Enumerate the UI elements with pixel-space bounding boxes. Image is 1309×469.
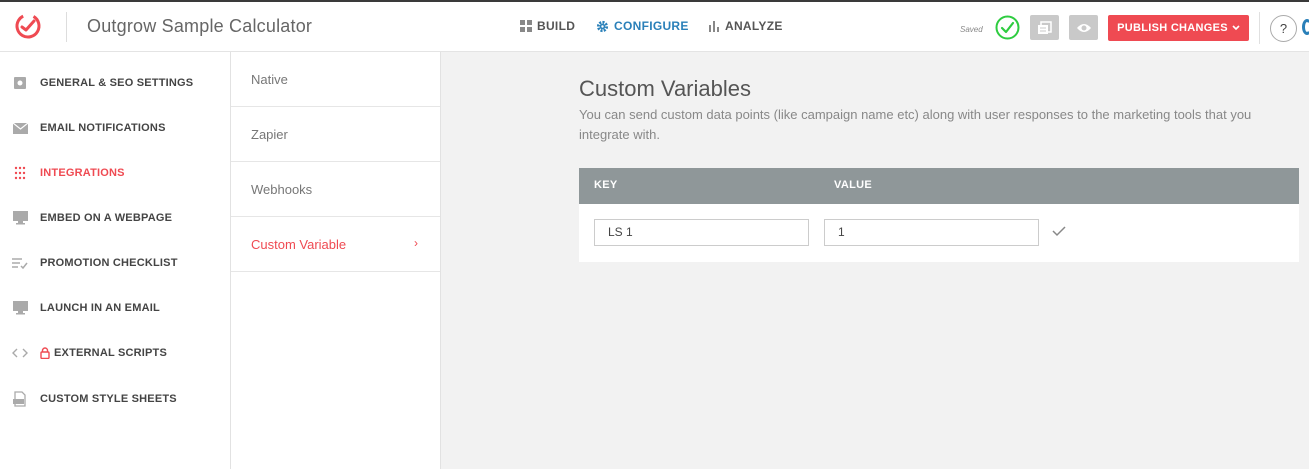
copy-icon	[1038, 20, 1052, 34]
envelope-icon	[0, 122, 40, 134]
nav-build-label: BUILD	[537, 19, 576, 33]
monitor-icon	[0, 211, 40, 225]
nav-build[interactable]: BUILD	[520, 19, 575, 33]
subnav-item-label: Custom Variable	[251, 236, 347, 252]
nav-configure-label: CONFIGURE	[614, 19, 689, 33]
sidebar-item-promotion-checklist[interactable]: PROMOTION CHECKLIST	[0, 248, 230, 278]
sidebar-item-integrations[interactable]: INTEGRATIONS	[0, 158, 230, 188]
app-title: Outgrow Sample Calculator	[87, 16, 313, 36]
table-header: KEY VALUE	[579, 168, 1299, 204]
column-header-key: KEY	[594, 179, 618, 191]
help-button[interactable]: ?	[1270, 15, 1297, 42]
top-bar: Outgrow Sample Calculator BUILD CONFIGUR…	[0, 0, 1309, 52]
monitor-icon	[0, 301, 40, 315]
bar-chart-icon	[709, 21, 719, 32]
subnav-item-webhooks[interactable]: Webhooks	[231, 162, 440, 217]
sidebar-item-general-seo[interactable]: GENERAL & SEO SETTINGS	[0, 68, 230, 98]
preview-button[interactable]	[1069, 15, 1098, 40]
css-file-icon	[0, 391, 40, 407]
sidebar-item-label: INTEGRATIONS	[40, 167, 125, 179]
saved-status: Saved	[960, 25, 983, 34]
page-description: You can send custom data points (like ca…	[579, 107, 1252, 142]
checklist-icon	[0, 257, 40, 269]
settings-icon	[0, 76, 40, 90]
grid-icon	[520, 20, 532, 32]
subnav-item-label: Zapier	[251, 126, 288, 142]
chevron-down-icon	[1232, 25, 1240, 31]
sidebar-item-label: EMBED ON A WEBPAGE	[40, 212, 173, 224]
subnav-item-zapier[interactable]: Zapier	[231, 107, 440, 162]
gear-icon	[596, 20, 609, 32]
sidebar-item-label: EMAIL NOTIFICATIONS	[40, 122, 166, 134]
sidebar-item-email-notifications[interactable]: EMAIL NOTIFICATIONS	[0, 113, 230, 143]
saved-check-icon	[995, 15, 1020, 40]
support-chat-icon[interactable]	[1302, 19, 1309, 35]
sidebar-item-label: EXTERNAL SCRIPTS	[54, 347, 168, 359]
integrations-subnav: Native Zapier Webhooks Custom Variable ›	[231, 52, 441, 469]
sidebar-item-label: LAUNCH IN AN EMAIL	[40, 302, 160, 314]
eye-icon	[1076, 23, 1091, 32]
column-header-value: VALUE	[834, 179, 872, 191]
publish-changes-button[interactable]: PUBLISH CHANGES	[1108, 15, 1249, 41]
subnav-item-native[interactable]: Native	[231, 52, 440, 107]
dots-grid-icon	[0, 166, 40, 180]
sidebar-item-label: CUSTOM STYLE SHEETS	[40, 393, 177, 405]
chevron-right-icon: ›	[414, 236, 418, 250]
sidebar-item-launch-email[interactable]: LAUNCH IN AN EMAIL	[0, 293, 230, 323]
nav-analyze[interactable]: ANALYZE	[708, 19, 783, 33]
sidebar-item-label: GENERAL & SEO SETTINGS	[40, 77, 194, 89]
code-icon	[0, 348, 40, 358]
nav-analyze-label: ANALYZE	[725, 19, 783, 33]
sidebar-item-label: PROMOTION CHECKLIST	[40, 257, 178, 269]
custom-variables-table: KEY VALUE LS 1 1	[579, 168, 1299, 262]
page-title: Custom Variables	[579, 76, 751, 101]
divider	[66, 12, 67, 42]
value-input[interactable]: 1	[824, 219, 1039, 246]
sidebar-item-external-scripts[interactable]: EXTERNAL SCRIPTS	[0, 338, 230, 368]
subnav-item-custom-variable[interactable]: Custom Variable ›	[231, 217, 440, 272]
key-input[interactable]: LS 1	[594, 219, 809, 246]
settings-sidebar: GENERAL & SEO SETTINGS EMAIL NOTIFICATIO…	[0, 52, 231, 469]
sidebar-item-embed-webpage[interactable]: EMBED ON A WEBPAGE	[0, 203, 230, 233]
subnav-item-label: Native	[251, 71, 288, 87]
outgrow-logo[interactable]	[14, 12, 42, 40]
lock-icon	[40, 347, 50, 359]
publish-label: PUBLISH CHANGES	[1117, 22, 1228, 34]
sidebar-item-custom-style-sheets[interactable]: CUSTOM STYLE SHEETS	[0, 384, 230, 414]
divider	[1259, 12, 1260, 44]
subnav-item-label: Webhooks	[251, 181, 313, 197]
save-row-check-icon[interactable]	[1051, 225, 1067, 237]
nav-configure[interactable]: CONFIGURE	[596, 19, 689, 33]
duplicate-button[interactable]	[1030, 15, 1059, 40]
